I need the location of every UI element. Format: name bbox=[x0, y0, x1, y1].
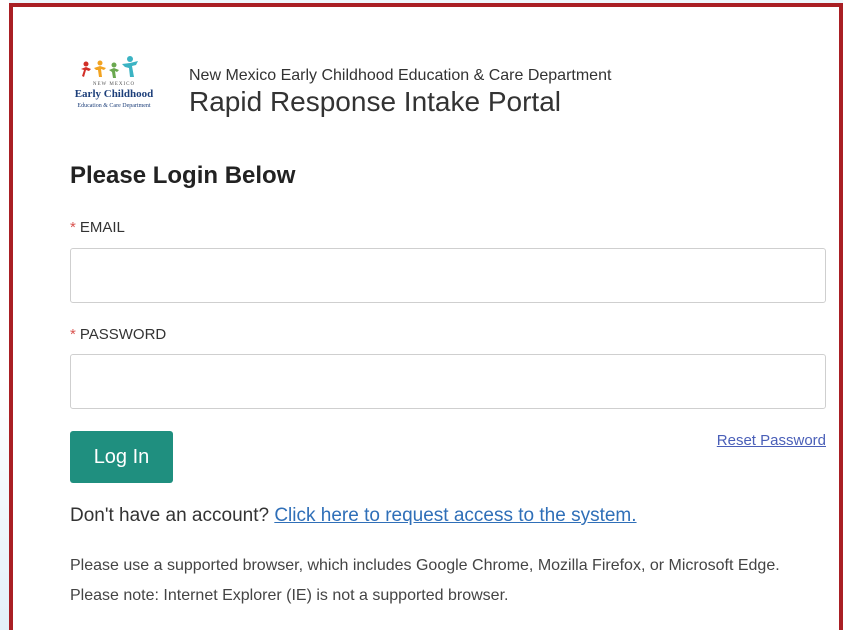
department-logo: NEW MEXICO Early Childhood Education & C… bbox=[58, 55, 170, 119]
request-account-line: Don't have an account? Click here to req… bbox=[70, 505, 637, 527]
required-marker: * bbox=[70, 219, 76, 236]
password-label-text: PASSWORD bbox=[79, 326, 167, 343]
page-title: Please Login Below bbox=[70, 162, 296, 189]
browser-support-notice: Please use a supported browser, which in… bbox=[70, 557, 780, 604]
portal-title: Rapid Response Intake Portal bbox=[189, 86, 561, 117]
password-label: * PASSWORD bbox=[70, 326, 166, 343]
portal-header: NEW MEXICO Early Childhood Education & C… bbox=[58, 55, 818, 125]
account-prompt: Don't have an account? bbox=[70, 505, 270, 526]
department-name: New Mexico Early Childhood Education & C… bbox=[189, 67, 612, 84]
reset-password-link[interactable]: Reset Password bbox=[717, 432, 826, 449]
logo-sub-text: Education & Care Department bbox=[77, 103, 151, 109]
login-button[interactable]: Log In bbox=[70, 431, 173, 483]
logo-state-text: NEW MEXICO bbox=[92, 82, 136, 87]
email-label: * EMAIL bbox=[70, 219, 125, 236]
logo-main-text: Early Childhood bbox=[74, 88, 154, 100]
page-background bbox=[0, 0, 9, 630]
password-input[interactable] bbox=[70, 354, 826, 409]
required-marker: * bbox=[70, 326, 76, 343]
email-input[interactable] bbox=[70, 248, 826, 303]
children-figures-icon bbox=[81, 56, 138, 78]
email-label-text: EMAIL bbox=[79, 219, 125, 236]
request-access-link[interactable]: Click here to request access to the syst… bbox=[274, 505, 636, 526]
login-panel: NEW MEXICO Early Childhood Education & C… bbox=[9, 3, 843, 630]
